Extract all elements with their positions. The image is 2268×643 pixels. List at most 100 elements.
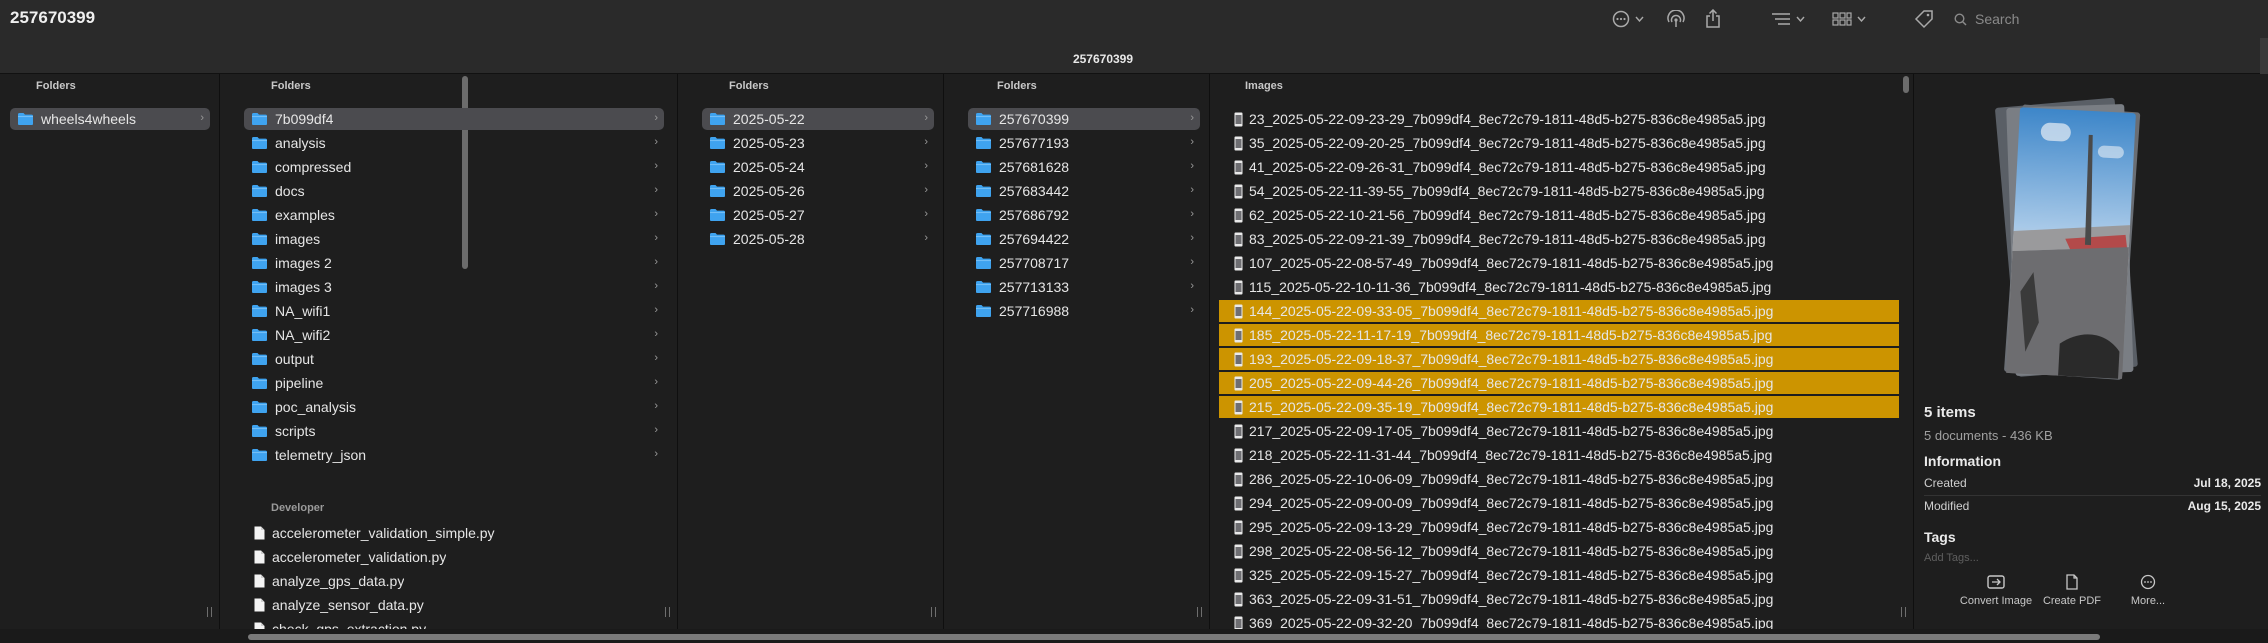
folder-row[interactable]: analysis ›	[244, 132, 664, 154]
image-file-row[interactable]: 295_2025-05-22-09-13-29_7b099df4_8ec72c7…	[1219, 516, 1899, 538]
folder-row[interactable]: 257683442 ›	[968, 180, 1200, 202]
image-file-row[interactable]: 286_2025-05-22-10-06-09_7b099df4_8ec72c7…	[1219, 468, 1899, 490]
image-file-icon	[1234, 184, 1243, 198]
more-icon	[2140, 574, 2156, 590]
image-file-row[interactable]: 205_2025-05-22-09-44-26_7b099df4_8ec72c7…	[1219, 372, 1899, 394]
image-file-row[interactable]: 23_2025-05-22-09-23-29_7b099df4_8ec72c79…	[1219, 108, 1899, 130]
chevron-right-icon: ›	[1190, 112, 1194, 124]
folder-row[interactable]: output ›	[244, 348, 664, 370]
image-file-row[interactable]: 35_2025-05-22-09-20-25_7b099df4_8ec72c79…	[1219, 132, 1899, 154]
action-menu-button[interactable]	[1612, 7, 1644, 31]
image-file-row[interactable]: 185_2025-05-22-11-17-19_7b099df4_8ec72c7…	[1219, 324, 1899, 346]
image-file-row[interactable]: 41_2025-05-22-09-26-31_7b099df4_8ec72c79…	[1219, 156, 1899, 178]
folder-row[interactable]: 2025-05-23 ›	[702, 132, 934, 154]
image-file-row[interactable]: 218_2025-05-22-11-31-44_7b099df4_8ec72c7…	[1219, 444, 1899, 466]
folder-row-label: compressed	[275, 159, 352, 175]
folder-icon	[976, 305, 991, 317]
file-icon	[254, 574, 265, 588]
image-file-icon	[1234, 520, 1243, 534]
icon-view-icon	[1832, 12, 1852, 26]
chevron-right-icon: ›	[924, 136, 928, 148]
folder-row[interactable]: poc_analysis ›	[244, 396, 664, 418]
folder-row[interactable]: 257681628 ›	[968, 156, 1200, 178]
image-file-icon	[1234, 592, 1243, 606]
image-file-row-label: 298_2025-05-22-08-56-12_7b099df4_8ec72c7…	[1249, 543, 1774, 559]
folder-row[interactable]: images 3 ›	[244, 276, 664, 298]
folder-row[interactable]: 7b099df4 ›	[244, 108, 664, 130]
image-file-row[interactable]: 193_2025-05-22-09-18-37_7b099df4_8ec72c7…	[1219, 348, 1899, 370]
image-file-row[interactable]: 217_2025-05-22-09-17-05_7b099df4_8ec72c7…	[1219, 420, 1899, 442]
column-scrollbar[interactable]	[1903, 76, 1909, 93]
folder-row-label: images 2	[275, 255, 332, 271]
view-options-button[interactable]	[1771, 7, 1805, 31]
folder-row[interactable]: 2025-05-28 ›	[702, 228, 934, 250]
column-resize-handle[interactable]	[663, 607, 673, 619]
image-file-row[interactable]: 144_2025-05-22-09-33-05_7b099df4_8ec72c7…	[1219, 300, 1899, 322]
folder-row[interactable]: docs ›	[244, 180, 664, 202]
image-file-row[interactable]: 107_2025-05-22-08-57-49_7b099df4_8ec72c7…	[1219, 252, 1899, 274]
image-file-row[interactable]: 325_2025-05-22-09-15-27_7b099df4_8ec72c7…	[1219, 564, 1899, 586]
airdrop-button[interactable]	[1666, 7, 1686, 31]
folder-row[interactable]: 257716988 ›	[968, 300, 1200, 322]
image-file-row-label: 295_2025-05-22-09-13-29_7b099df4_8ec72c7…	[1249, 519, 1774, 535]
folder-row[interactable]: 257694422 ›	[968, 228, 1200, 250]
image-file-row-label: 193_2025-05-22-09-18-37_7b099df4_8ec72c7…	[1249, 351, 1774, 367]
image-file-row[interactable]: 363_2025-05-22-09-31-51_7b099df4_8ec72c7…	[1219, 588, 1899, 610]
file-icon	[254, 550, 265, 564]
chevron-right-icon: ›	[654, 400, 658, 412]
folder-row[interactable]: 257670399 ›	[968, 108, 1200, 130]
image-file-row[interactable]: 115_2025-05-22-10-11-36_7b099df4_8ec72c7…	[1219, 276, 1899, 298]
file-row[interactable]: analyze_gps_data.py	[244, 570, 664, 592]
folder-row[interactable]: 2025-05-22 ›	[702, 108, 934, 130]
folder-row[interactable]: scripts ›	[244, 420, 664, 442]
image-file-row-label: 107_2025-05-22-08-57-49_7b099df4_8ec72c7…	[1249, 255, 1774, 271]
folder-row[interactable]: 2025-05-24 ›	[702, 156, 934, 178]
image-file-row[interactable]: 83_2025-05-22-09-21-39_7b099df4_8ec72c79…	[1219, 228, 1899, 250]
file-row[interactable]: accelerometer_validation.py	[244, 546, 664, 568]
folder-row[interactable]: NA_wifi2 ›	[244, 324, 664, 346]
image-file-row[interactable]: 298_2025-05-22-08-56-12_7b099df4_8ec72c7…	[1219, 540, 1899, 562]
preview-pane: 5 items 5 documents - 436 KB Information…	[1915, 74, 2268, 629]
folder-row-label: 257686792	[999, 207, 1070, 223]
column-resize-handle[interactable]	[1195, 607, 1205, 619]
column-resize-handle[interactable]	[929, 607, 939, 619]
folder-row[interactable]: images ›	[244, 228, 664, 250]
search-field[interactable]: Search	[1948, 6, 2260, 32]
image-file-row[interactable]: 369_2025-05-22-09-32-20_7b099df4_8ec72c7…	[1219, 612, 1899, 629]
folder-row[interactable]: 257708717 ›	[968, 252, 1200, 274]
folder-row[interactable]: telemetry_json ›	[244, 444, 664, 466]
folder-row[interactable]: 257677193 ›	[968, 132, 1200, 154]
folder-row[interactable]: NA_wifi1 ›	[244, 300, 664, 322]
image-file-row[interactable]: 54_2025-05-22-11-39-55_7b099df4_8ec72c79…	[1219, 180, 1899, 202]
file-row[interactable]: check_gps_extraction.py	[244, 618, 664, 629]
chevron-right-icon: ›	[1190, 136, 1194, 148]
folder-row[interactable]: images 2 ›	[244, 252, 664, 274]
file-row[interactable]: accelerometer_validation_simple.py	[244, 522, 664, 544]
image-file-row[interactable]: 294_2025-05-22-09-00-09_7b099df4_8ec72c7…	[1219, 492, 1899, 514]
folder-row[interactable]: compressed ›	[244, 156, 664, 178]
add-tags-field[interactable]: Add Tags...	[1924, 552, 1979, 564]
folder-icon	[976, 113, 991, 125]
folder-row[interactable]: 2025-05-26 ›	[702, 180, 934, 202]
folder-row[interactable]: 257686792 ›	[968, 204, 1200, 226]
folder-row[interactable]: 257713133 ›	[968, 276, 1200, 298]
image-file-icon	[1234, 616, 1243, 629]
folder-row[interactable]: pipeline ›	[244, 372, 664, 394]
folder-row[interactable]: examples ›	[244, 204, 664, 226]
airdrop-icon	[1667, 10, 1685, 27]
horizontal-scrollbar[interactable]	[248, 634, 2100, 640]
folder-row[interactable]: 2025-05-27 ›	[702, 204, 934, 226]
convert-image-button[interactable]: Convert Image	[1959, 574, 2033, 608]
tags-button[interactable]	[1914, 7, 1934, 31]
more-actions-button[interactable]: More...	[2111, 574, 2185, 608]
column-resize-handle[interactable]	[205, 607, 215, 619]
image-file-icon	[1234, 448, 1243, 462]
image-file-row[interactable]: 215_2025-05-22-09-35-19_7b099df4_8ec72c7…	[1219, 396, 1899, 418]
file-row[interactable]: analyze_sensor_data.py	[244, 594, 664, 616]
column-resize-handle[interactable]	[1899, 607, 1909, 619]
group-by-button[interactable]	[1832, 7, 1866, 31]
image-file-row[interactable]: 62_2025-05-22-10-21-56_7b099df4_8ec72c79…	[1219, 204, 1899, 226]
share-button[interactable]	[1705, 7, 1721, 31]
folder-row[interactable]: wheels4wheels ›	[10, 108, 210, 130]
create-pdf-button[interactable]: Create PDF	[2035, 574, 2109, 608]
